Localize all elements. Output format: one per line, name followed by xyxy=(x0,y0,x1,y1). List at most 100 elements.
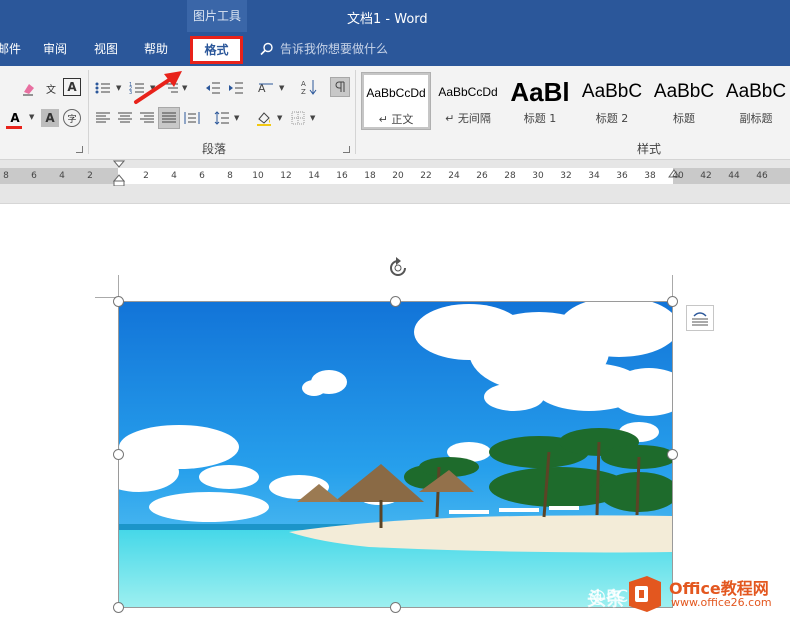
clear-formatting-icon[interactable] xyxy=(20,79,38,97)
shading-icon[interactable] xyxy=(255,109,273,127)
bullets-dropdown[interactable]: ▼ xyxy=(116,84,121,92)
ruler-tick-label: 8 xyxy=(227,171,233,181)
group-separator xyxy=(88,70,89,154)
enclose-characters-icon[interactable]: 字 xyxy=(63,109,81,127)
chinese-layout-dropdown[interactable]: ▼ xyxy=(279,84,284,92)
phonetic-guide-icon[interactable]: 文 xyxy=(42,79,60,97)
style-title[interactable]: AaBbC 标题 xyxy=(649,72,719,130)
align-right-icon[interactable] xyxy=(138,109,156,127)
selected-picture[interactable]: @PC xyxy=(118,301,673,608)
tab-view[interactable]: 视图 xyxy=(94,40,118,58)
ruler-tick-label: 38 xyxy=(644,171,656,181)
style-name: 标题 2 xyxy=(595,112,629,125)
character-border-icon[interactable]: A xyxy=(63,78,81,96)
style-name: 副标题 xyxy=(739,112,773,125)
ruler-tick-label: 40 xyxy=(672,171,684,181)
styles-gallery: AaBbCcDd ↵ 正文 AaBbCcDd ↵ 无间隔 AaBl 标题 1 A… xyxy=(361,72,790,130)
tab-help[interactable]: 帮助 xyxy=(144,40,168,58)
ruler-tick-label: 12 xyxy=(280,171,292,181)
bullets-icon[interactable] xyxy=(94,79,112,97)
tab-mailings[interactable]: 邮件 xyxy=(0,40,21,58)
borders-dropdown[interactable]: ▼ xyxy=(310,114,315,122)
ruler-tick-label: 16 xyxy=(336,171,348,181)
tell-me-placeholder: 告诉我你想要做什么 xyxy=(280,42,389,56)
font-color-dropdown[interactable]: ▼ xyxy=(29,113,34,121)
group-separator xyxy=(355,70,356,154)
resize-handle-right[interactable] xyxy=(667,449,678,460)
shading-dropdown[interactable]: ▼ xyxy=(277,114,282,122)
style-no-spacing[interactable]: AaBbCcDd ↵ 无间隔 xyxy=(433,72,503,130)
office-logo-icon xyxy=(625,573,665,613)
ruler-tick-label: 6 xyxy=(31,171,37,181)
crop-mark xyxy=(118,275,119,297)
ruler-tick-label: 22 xyxy=(420,171,432,181)
ruler-tick-label: 2 xyxy=(87,171,93,181)
character-shading-icon[interactable]: A xyxy=(41,109,59,127)
paragraph-group-label: 段落 xyxy=(202,142,227,156)
horizontal-ruler[interactable]: 8 6 4 2 2 4 6 8 10 12 14 16 18 20 22 24 26 28 30 32 34 36 38 40… xyxy=(0,160,790,204)
paragraph-group-launcher[interactable] xyxy=(343,146,350,153)
watermark-url: www.office26.com xyxy=(671,596,772,609)
line-spacing-dropdown[interactable]: ▼ xyxy=(234,114,239,122)
borders-icon[interactable] xyxy=(289,109,307,127)
styles-group-label: 样式 xyxy=(637,142,662,156)
svg-text:A: A xyxy=(301,80,306,88)
style-normal[interactable]: AaBbCcDd ↵ 正文 xyxy=(361,72,431,130)
justify-icon[interactable] xyxy=(158,107,180,129)
ruler-tick-label: 14 xyxy=(308,171,320,181)
ruler-tick-label: 42 xyxy=(700,171,712,181)
distributed-icon[interactable] xyxy=(183,109,201,127)
picture-tools-header: 图片工具 xyxy=(187,0,247,32)
line-spacing-icon[interactable] xyxy=(213,109,231,127)
style-name: ↵ 正文 xyxy=(378,113,414,126)
svg-text:Z: Z xyxy=(301,88,306,96)
resize-handle-bottom-left[interactable] xyxy=(113,602,124,613)
ruler-tick-label: 46 xyxy=(756,171,768,181)
ruler-tick-label: 26 xyxy=(476,171,488,181)
title-bar: 图片工具 文档1 - Word 邮件 审阅 视图 帮助 格式 告诉我你想要做什么 xyxy=(0,0,790,66)
sort-icon[interactable]: AZ xyxy=(300,78,318,96)
resize-handle-top-left[interactable] xyxy=(113,296,124,307)
font-color-icon[interactable]: A xyxy=(6,109,24,127)
tab-review[interactable]: 审阅 xyxy=(43,40,67,58)
tell-me-box[interactable]: 告诉我你想要做什么 xyxy=(260,40,388,57)
ruler-tick-label: 24 xyxy=(448,171,460,181)
beach-image: @PC xyxy=(119,302,672,607)
style-sample: AaBl xyxy=(510,77,570,107)
style-heading-1[interactable]: AaBl 标题 1 xyxy=(505,72,575,130)
resize-handle-bottom[interactable] xyxy=(390,602,401,613)
rotate-handle-icon[interactable] xyxy=(386,256,410,280)
increase-indent-icon[interactable] xyxy=(227,79,245,97)
resize-handle-top[interactable] xyxy=(390,296,401,307)
watermark-left-text: 头条 xyxy=(587,588,626,610)
style-subtitle[interactable]: AaBbC 副标题 xyxy=(721,72,790,130)
chinese-layout-icon[interactable]: A xyxy=(257,79,275,97)
ruler-tick-label: 6 xyxy=(199,171,205,181)
layout-options-icon xyxy=(692,312,708,326)
ruler-tick-label: 34 xyxy=(588,171,600,181)
ruler-tick-label: 18 xyxy=(364,171,376,181)
ruler-tick-label: 20 xyxy=(392,171,404,181)
font-group-launcher[interactable] xyxy=(76,146,83,153)
resize-handle-left[interactable] xyxy=(113,449,124,460)
layout-options-button[interactable] xyxy=(686,305,714,331)
indent-markers-icon[interactable] xyxy=(113,160,125,186)
show-hide-marks-icon[interactable] xyxy=(330,77,350,97)
style-name: 标题 1 xyxy=(523,112,557,125)
crop-mark xyxy=(672,275,673,297)
ruler-tick-label: 36 xyxy=(616,171,628,181)
resize-handle-top-right[interactable] xyxy=(667,296,678,307)
style-heading-2[interactable]: AaBbC 标题 2 xyxy=(577,72,647,130)
ruler-tick-label: 44 xyxy=(728,171,740,181)
ruler-tick-label: 4 xyxy=(59,171,65,181)
style-name: 标题 xyxy=(673,112,695,125)
align-left-icon[interactable] xyxy=(94,109,112,127)
style-sample: AaBbC xyxy=(653,81,715,102)
red-pointer-arrow-icon xyxy=(134,71,182,104)
align-center-icon[interactable] xyxy=(116,109,134,127)
decrease-indent-icon[interactable] xyxy=(204,79,222,97)
tab-format[interactable]: 格式 xyxy=(190,36,243,64)
ruler-tick-label: 30 xyxy=(532,171,544,181)
style-sample: AaBbCcDd xyxy=(438,85,498,99)
ruler-tick-label: 8 xyxy=(3,171,9,181)
